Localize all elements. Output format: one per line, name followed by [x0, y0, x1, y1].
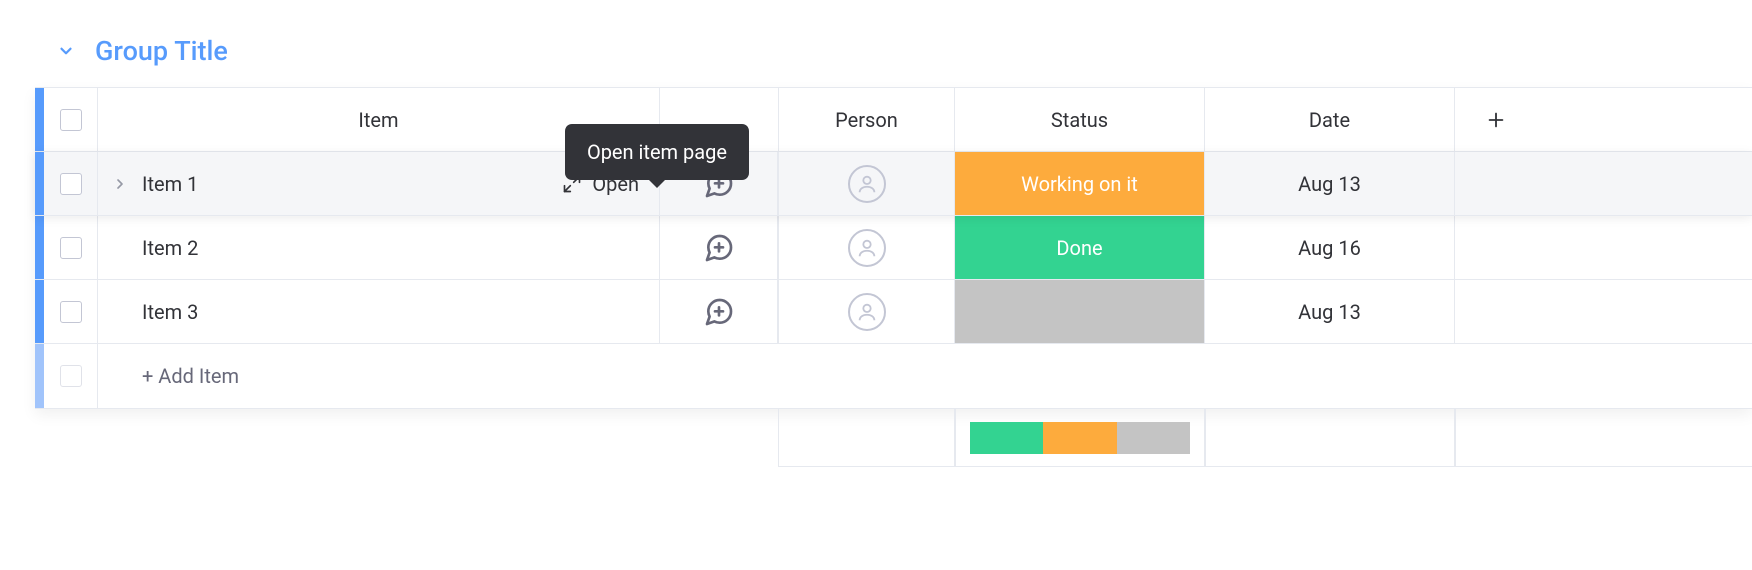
- date-summary-cell[interactable]: [1205, 409, 1455, 467]
- group-color-bar: [35, 344, 44, 408]
- status-cell[interactable]: Done: [955, 216, 1205, 279]
- status-seg-blank: [1117, 422, 1190, 454]
- status-label: Done: [1056, 236, 1102, 260]
- person-icon: [856, 173, 878, 195]
- group-title[interactable]: Group Title: [95, 35, 228, 67]
- collapse-group-icon[interactable]: [57, 42, 75, 60]
- table-row[interactable]: Item 3 Aug 13: [35, 280, 1752, 344]
- person-cell[interactable]: [778, 216, 955, 279]
- row-checkbox: [60, 365, 82, 387]
- group-color-bar: [35, 280, 44, 343]
- item-name-cell[interactable]: Item 1 Open item page Open: [98, 152, 660, 215]
- column-header-row: Item Person Status Date: [35, 88, 1752, 152]
- person-avatar-empty[interactable]: [848, 229, 886, 267]
- person-icon: [856, 301, 878, 323]
- person-summary-cell[interactable]: [778, 409, 955, 467]
- table-row[interactable]: Item 1 Open item page Open Working on i: [35, 152, 1752, 216]
- table-row[interactable]: Item 2 Done Aug 16: [35, 216, 1752, 280]
- group-color-bar: [35, 216, 44, 279]
- column-header-date-label: Date: [1309, 108, 1350, 132]
- add-column-button[interactable]: [1455, 88, 1752, 151]
- conversation-cell[interactable]: [660, 280, 778, 343]
- row-select-cell[interactable]: [44, 216, 98, 279]
- person-cell[interactable]: [778, 280, 955, 343]
- status-seg-done: [970, 422, 1043, 454]
- select-all-checkbox[interactable]: [60, 109, 82, 131]
- person-cell[interactable]: [778, 152, 955, 215]
- add-conversation-icon: [703, 232, 735, 264]
- status-seg-working: [1043, 422, 1116, 454]
- status-distribution-bar: [970, 422, 1190, 454]
- tooltip-text: Open item page: [587, 140, 727, 164]
- empty-cell: [1455, 152, 1752, 215]
- item-name[interactable]: Item 2: [142, 236, 198, 260]
- empty-cell: [1455, 280, 1752, 343]
- row-select-cell[interactable]: [44, 152, 98, 215]
- board-group: Group Title Item Person Status Date: [0, 0, 1752, 467]
- group-color-bar: [35, 152, 44, 215]
- conversation-cell[interactable]: [660, 216, 778, 279]
- row-checkbox[interactable]: [60, 173, 82, 195]
- date-value: Aug 13: [1298, 172, 1361, 196]
- add-item-input[interactable]: + Add Item: [98, 344, 1752, 408]
- person-avatar-empty[interactable]: [848, 165, 886, 203]
- select-all-cell[interactable]: [44, 88, 98, 151]
- column-header-date[interactable]: Date: [1205, 88, 1455, 151]
- plus-icon: [1485, 109, 1507, 131]
- date-cell[interactable]: Aug 13: [1205, 152, 1455, 215]
- open-item-button[interactable]: Open item page Open: [562, 172, 639, 196]
- date-value: Aug 16: [1298, 236, 1361, 260]
- date-cell[interactable]: Aug 16: [1205, 216, 1455, 279]
- add-item-label: + Add Item: [142, 364, 239, 388]
- status-cell[interactable]: [955, 280, 1205, 343]
- group-header[interactable]: Group Title: [35, 35, 1752, 67]
- row-select-cell: [44, 344, 98, 408]
- group-color-bar: [35, 88, 44, 151]
- person-icon: [856, 237, 878, 259]
- person-avatar-empty[interactable]: [848, 293, 886, 331]
- row-select-cell[interactable]: [44, 280, 98, 343]
- column-header-status-label: Status: [1051, 108, 1108, 132]
- item-name[interactable]: Item 3: [142, 300, 198, 324]
- column-summary-row: [35, 409, 1752, 467]
- add-item-row[interactable]: + Add Item: [35, 344, 1752, 408]
- expand-subitems-icon[interactable]: [112, 176, 128, 192]
- empty-cell: [1455, 216, 1752, 279]
- row-checkbox[interactable]: [60, 237, 82, 259]
- add-conversation-icon: [703, 296, 735, 328]
- status-summary-cell[interactable]: [955, 409, 1205, 467]
- status-cell[interactable]: Working on it: [955, 152, 1205, 215]
- item-name-cell[interactable]: Item 3: [98, 280, 660, 343]
- column-header-person[interactable]: Person: [778, 88, 955, 151]
- item-name[interactable]: Item 1: [142, 172, 198, 196]
- date-cell[interactable]: Aug 13: [1205, 280, 1455, 343]
- item-name-cell[interactable]: Item 2: [98, 216, 660, 279]
- extra-summary-cell: [1455, 409, 1752, 467]
- column-header-person-label: Person: [835, 108, 898, 132]
- group-table: Item Person Status Date: [35, 87, 1752, 409]
- tooltip: Open item page: [565, 124, 749, 180]
- status-label: Working on it: [1021, 172, 1138, 196]
- column-header-item-label: Item: [358, 108, 398, 132]
- column-header-status[interactable]: Status: [955, 88, 1205, 151]
- date-value: Aug 13: [1298, 300, 1361, 324]
- row-checkbox[interactable]: [60, 301, 82, 323]
